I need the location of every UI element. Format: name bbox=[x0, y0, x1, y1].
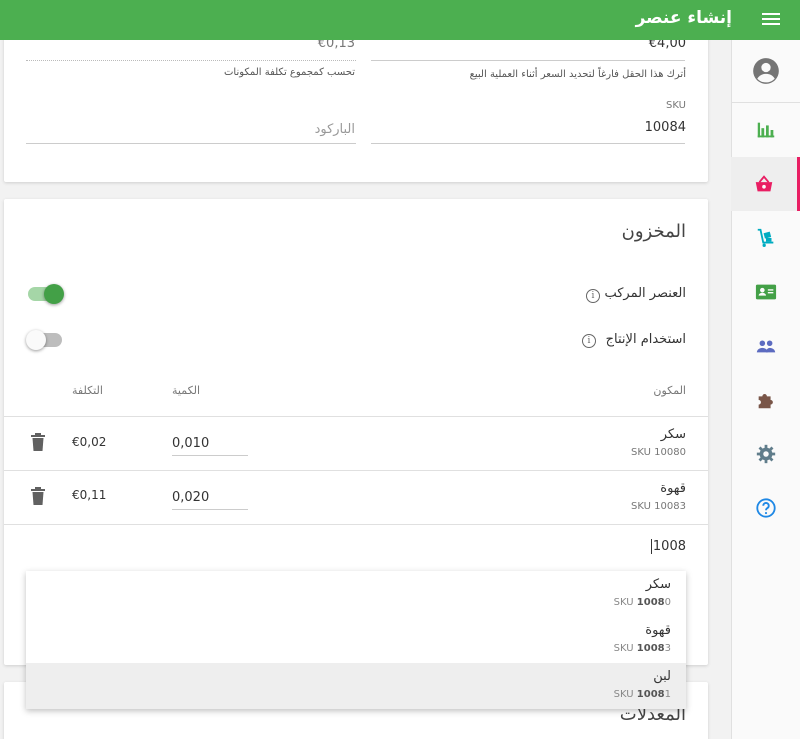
column-component: المكون bbox=[653, 384, 686, 397]
suggestion-sku: SKU 10081 bbox=[613, 689, 671, 700]
inventory-icon bbox=[757, 228, 773, 247]
price-card: €4,00 أترك هذا الحقل فارغاً لتحديد السعر… bbox=[4, 20, 708, 182]
price-underline bbox=[371, 60, 685, 61]
integrations-icon bbox=[758, 394, 773, 409]
delete-icon[interactable] bbox=[30, 433, 46, 451]
nav-inventory[interactable] bbox=[731, 211, 800, 265]
nav-help[interactable] bbox=[731, 481, 800, 535]
component-search-input[interactable]: 1008 bbox=[650, 539, 686, 554]
component-cost: €0,02 bbox=[72, 435, 107, 449]
column-cost: التكلفة bbox=[72, 384, 103, 397]
composite-item-toggle[interactable] bbox=[28, 284, 64, 304]
cost-hint: تحسب كمجموع تكلفة المكونات bbox=[223, 67, 355, 78]
toggle-knob bbox=[44, 284, 64, 304]
nav-settings[interactable] bbox=[731, 427, 800, 481]
page-title: إنشاء عنصر bbox=[635, 8, 732, 28]
cost-underline bbox=[26, 60, 356, 61]
sku-label: SKU bbox=[666, 100, 686, 111]
nav-customers[interactable] bbox=[731, 265, 800, 319]
barcode-underline bbox=[26, 143, 356, 144]
suggestion-item[interactable]: لبن SKU 10081 bbox=[26, 663, 686, 709]
menu-icon[interactable] bbox=[762, 10, 780, 30]
inventory-title: المخزون bbox=[621, 221, 686, 242]
suggestion-name: قهوة bbox=[645, 623, 671, 638]
barcode-input[interactable]: الباركود bbox=[315, 122, 355, 137]
suggestion-item[interactable]: سكر SKU 10080 bbox=[26, 571, 686, 617]
use-production-label: استخدام الإنتاج bbox=[605, 332, 686, 347]
account-icon bbox=[752, 58, 779, 84]
quantity-input[interactable]: 0,020 bbox=[172, 486, 248, 510]
component-name: سكر bbox=[660, 427, 686, 442]
customers-icon bbox=[755, 284, 776, 300]
column-quantity: الكمية bbox=[172, 384, 201, 397]
settings-icon bbox=[756, 444, 775, 464]
reports-icon bbox=[757, 122, 774, 138]
component-cost: €0,11 bbox=[72, 488, 107, 502]
component-suggestions: سكر SKU 10080 قهوة SKU 10083 لبن SKU 100… bbox=[26, 571, 686, 709]
component-name: قهوة bbox=[660, 481, 686, 496]
table-header-divider bbox=[4, 416, 708, 417]
row-divider bbox=[4, 470, 708, 471]
nav-employees[interactable] bbox=[731, 319, 800, 373]
suggestion-sku: SKU 10080 bbox=[613, 597, 671, 608]
suggestion-name: سكر bbox=[645, 577, 671, 592]
nav-account[interactable] bbox=[731, 44, 800, 98]
nav-items[interactable] bbox=[731, 157, 800, 211]
sku-input[interactable]: 10084 bbox=[645, 120, 686, 135]
suggestion-name: لبن bbox=[653, 669, 671, 684]
help-icon bbox=[755, 498, 776, 518]
delete-icon[interactable] bbox=[30, 487, 46, 505]
suggestion-item[interactable]: قهوة SKU 10083 bbox=[26, 617, 686, 663]
employees-icon bbox=[756, 340, 775, 353]
component-sku: SKU 10083 bbox=[631, 501, 686, 512]
use-production-toggle[interactable] bbox=[26, 330, 62, 350]
side-navigation bbox=[731, 40, 800, 739]
composite-info-icon[interactable]: i bbox=[586, 289, 600, 303]
quantity-input[interactable]: 0,010 bbox=[172, 432, 248, 456]
toggle-knob bbox=[26, 330, 46, 350]
sku-underline bbox=[371, 143, 685, 144]
component-sku: SKU 10080 bbox=[631, 447, 686, 458]
suggestion-sku: SKU 10083 bbox=[613, 643, 671, 654]
composite-item-label: العنصر المركب bbox=[604, 286, 686, 301]
nav-reports[interactable] bbox=[731, 103, 800, 157]
production-info-icon[interactable]: i bbox=[582, 334, 596, 348]
row-divider bbox=[4, 524, 708, 525]
app-bar: إنشاء عنصر bbox=[0, 0, 800, 40]
items-icon bbox=[755, 175, 773, 192]
price-hint: أترك هذا الحقل فارغاً لتحديد السعر أثناء… bbox=[469, 69, 686, 80]
nav-integrations[interactable] bbox=[731, 373, 800, 427]
